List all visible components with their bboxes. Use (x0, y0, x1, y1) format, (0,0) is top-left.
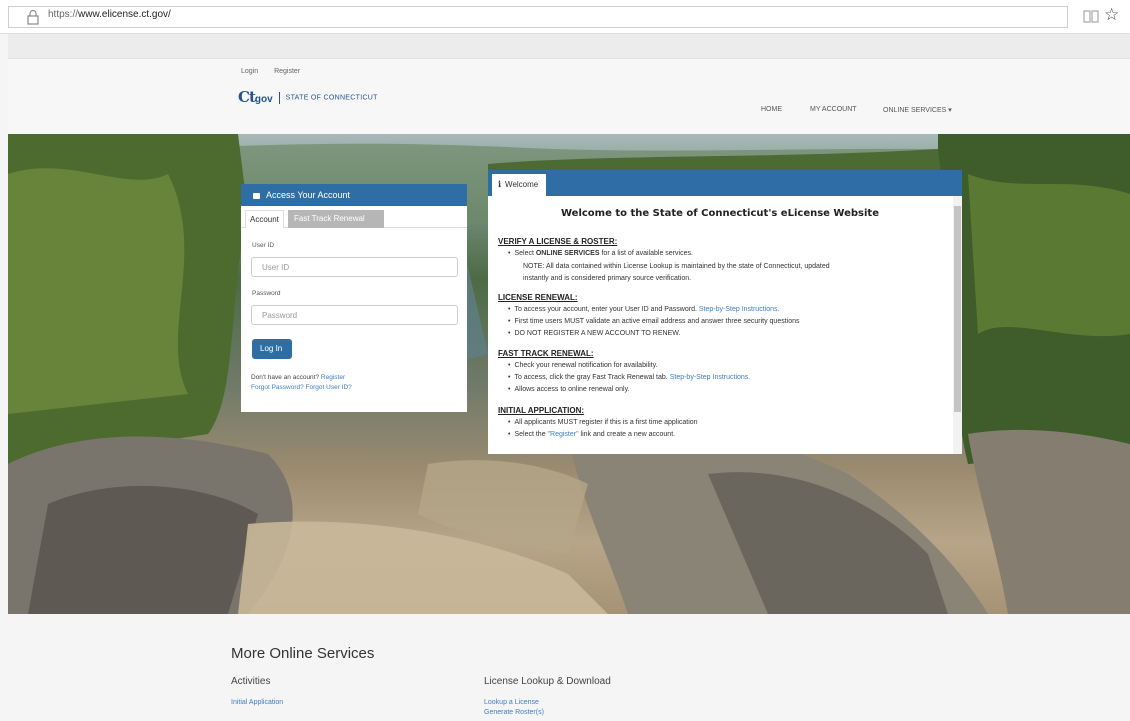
renewal-instructions-link[interactable]: Step-by-Step Instructions. (699, 306, 780, 313)
license-lookup-heading: License Lookup & Download (484, 676, 611, 687)
initial-b2-pre: Select the (514, 431, 548, 438)
initial-app-heading: INITIAL APPLICATION: (498, 406, 585, 415)
no-account-text: Don't have an account? Register (251, 374, 345, 381)
renewal-b1-text: To access your account, enter your User … (514, 306, 697, 313)
fast-bullet-2: • To access, click the gray Fast Track Re… (508, 374, 751, 381)
welcome-title: Welcome to the State of Connecticut's eL… (560, 208, 879, 219)
verify-heading: VERIFY A LICENSE & ROSTER: (498, 237, 618, 246)
logo-gov-text: gov (254, 94, 273, 105)
site-header (8, 58, 1130, 136)
user-id-input[interactable]: User ID (251, 257, 458, 277)
tab-account[interactable]: Account (245, 210, 284, 228)
initial-application-link[interactable]: Initial Application (231, 699, 283, 706)
initial-b1-text: All applicants MUST register if this is … (514, 419, 698, 426)
top-links: Login Register (241, 68, 314, 75)
reading-view-icon[interactable] (1082, 7, 1100, 25)
initial-b2-post: link and create a new account. (578, 431, 676, 438)
initial-register-link[interactable]: "Register" (548, 431, 579, 438)
browser-address-bar: https://www.elicense.ct.gov/ ☆ (0, 0, 1130, 34)
renewal-b3-text: DO NOT REGISTER A NEW ACCOUNT TO RENEW. (514, 330, 681, 337)
login-panel-title: Access Your Account (266, 190, 351, 200)
url-host: www.elicense.ct.gov/ (78, 9, 171, 20)
browser-toolbar-band (8, 34, 1130, 58)
login-link[interactable]: Login (241, 68, 258, 75)
renewal-b2-text: First time users MUST validate an active… (514, 318, 800, 325)
nav-home[interactable]: HOME (761, 106, 782, 113)
nav-online-services[interactable]: ONLINE SERVICES ▾ (883, 106, 952, 114)
lock-icon (253, 193, 260, 199)
ct-gov-logo[interactable]: Ctgov STATE OF CONNECTICUT (238, 88, 378, 107)
fast-track-heading: FAST TRACK RENEWAL: (498, 349, 594, 358)
logo-ct-text: Ct (238, 88, 256, 106)
tab-fast-track-renewal[interactable]: Fast Track Renewal (288, 210, 384, 228)
more-services-title: More Online Services (231, 645, 375, 662)
verify-b1-bold: ONLINE SERVICES (535, 250, 600, 257)
logo-state-text: STATE OF CONNECTICUT (285, 94, 378, 102)
url-prefix: https:// (48, 9, 79, 20)
generate-roster-link[interactable]: Generate Roster(s) (484, 709, 544, 716)
url-text[interactable]: https://www.elicense.ct.gov/ (48, 9, 171, 20)
verify-bullet-1: • Select ONLINE SERVICES for a list of av… (508, 250, 693, 257)
renewal-bullet-1: • To access your account, enter your User… (508, 306, 780, 313)
fast-bullet-3: • Allows access to online renewal only. (508, 386, 630, 393)
initial-bullet-1: • All applicants MUST register if this is… (508, 419, 698, 426)
user-id-label: User ID (252, 242, 275, 249)
verify-b1-post: for a list of available services. (599, 250, 693, 257)
activities-heading: Activities (231, 676, 271, 687)
verify-b1-pre: Select (514, 250, 536, 257)
tab-welcome[interactable]: i Welcome (492, 174, 547, 196)
renewal-bullet-2: • First time users MUST validate an activ… (508, 318, 800, 325)
verify-note-2: instantly and is considered primary sour… (523, 275, 692, 282)
lock-icon (27, 9, 39, 25)
renewal-bullet-3: • DO NOT REGISTER A NEW ACCOUNT TO RENEW. (508, 330, 681, 337)
welcome-tab-label: Welcome (505, 180, 539, 189)
initial-bullet-2: • Select the "Register" link and create a… (508, 431, 676, 438)
log-in-button[interactable]: Log In (252, 339, 292, 359)
scrollbar-thumb[interactable] (954, 206, 961, 412)
register-link-panel[interactable]: Register (321, 374, 345, 381)
fast-b3-text: Allows access to online renewal only. (514, 386, 630, 393)
fast-b2-text: To access, click the gray Fast Track Ren… (514, 374, 668, 381)
info-icon: i (498, 179, 502, 189)
welcome-scrollbar[interactable] (953, 196, 962, 454)
no-account-label: Don't have an account? (251, 374, 320, 381)
logo-divider (278, 91, 280, 104)
welcome-panel-header: i Welcome (488, 170, 962, 196)
favorite-star-icon[interactable]: ☆ (1104, 5, 1119, 25)
login-tabs: Account Fast Track Renewal (241, 206, 467, 228)
register-link[interactable]: Register (274, 68, 300, 75)
forgot-links[interactable]: Forgot Password? Forgot User ID? (251, 384, 352, 391)
welcome-panel: i Welcome Welcome to the State of Connect… (488, 170, 962, 454)
lookup-license-link[interactable]: Lookup a License (484, 699, 539, 706)
nav-my-account[interactable]: MY ACCOUNT (810, 106, 857, 113)
password-label: Password (252, 290, 281, 297)
renewal-heading: LICENSE RENEWAL: (498, 293, 578, 302)
fast-instructions-link[interactable]: Step-by-Step Instructions. (670, 374, 751, 381)
fast-b1-text: Check your renewal notification for avai… (514, 362, 658, 369)
password-input[interactable]: Password (251, 305, 458, 325)
fast-bullet-1: • Check your renewal notification for ava… (508, 362, 658, 369)
verify-note-1: NOTE: All data contained within License … (523, 263, 830, 270)
login-panel-header: Access Your Account (241, 184, 467, 206)
login-panel: Access Your Account Account Fast Track R… (241, 184, 467, 412)
